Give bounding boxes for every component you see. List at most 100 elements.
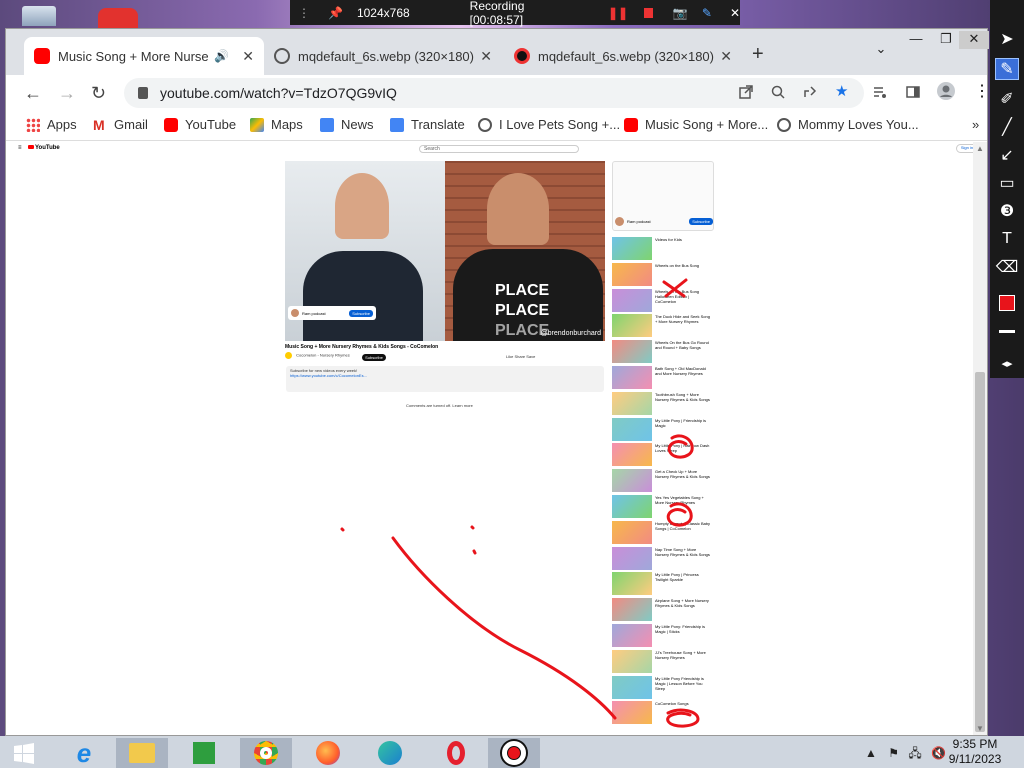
video-player[interactable]: PLACE PLACE PLACE Ram podcast Subscribe @b… <box>285 161 605 341</box>
overlay-subscribe-button[interactable]: Subscribe <box>349 309 373 317</box>
pen-icon[interactable]: ✎ <box>702 6 712 20</box>
video-actions[interactable]: Like Share Save <box>506 354 535 359</box>
ad-subscribe-button[interactable]: Subscribe <box>689 217 713 225</box>
scrollbar-thumb[interactable] <box>975 372 985 732</box>
related-video-item[interactable]: Yes Yes Vegetables Song + More Nursery R… <box>612 495 712 519</box>
related-video-item[interactable]: Wheels on the Bus Song <box>612 262 712 287</box>
start-button[interactable] <box>0 738 48 768</box>
opera-icon[interactable] <box>430 738 482 768</box>
arrow-tool-icon[interactable]: ↙ <box>995 144 1019 166</box>
tab-image-2[interactable]: mqdefault_6s.webp (320×180) ✕ <box>504 37 742 75</box>
related-video-item[interactable]: My Little Pony: Friendship is Magic | St… <box>612 624 712 648</box>
bookmark-maps[interactable]: Maps <box>250 117 303 132</box>
related-video-item[interactable]: Bath Song + Old MacDonald and More Nurse… <box>612 366 712 390</box>
hamburger-menu-icon[interactable]: ≡ <box>18 145 22 151</box>
eraser-tool-icon[interactable]: ⌫ <box>995 256 1019 278</box>
related-video-item[interactable]: My Little Pony | Friendship is Magic <box>612 417 712 442</box>
related-video-item[interactable]: Airplane Song + More Nursery Rhymes & Ki… <box>612 598 712 622</box>
system-tray[interactable]: ▲ ⚑ 🖧 🔇 <box>865 744 946 765</box>
text-tool-icon[interactable]: T <box>995 228 1019 250</box>
bookmark-news[interactable]: News <box>320 117 374 132</box>
tab-image-1[interactable]: mqdefault_6s.webp (320×180) ✕ <box>264 37 502 75</box>
stroke-width-icon[interactable] <box>995 320 1019 342</box>
related-video-item[interactable]: My Little Pony | Princess Twilight Spark… <box>612 572 712 596</box>
counter-tool-icon[interactable]: ❸ <box>995 200 1019 222</box>
close-tab-icon[interactable]: ✕ <box>474 48 492 65</box>
bookmark-music-song[interactable]: Music Song + More... <box>624 117 768 132</box>
reload-icon[interactable]: ↻ <box>91 83 106 104</box>
new-tab-button[interactable]: + <box>752 43 764 66</box>
flag-icon[interactable]: ⚑ <box>888 746 899 760</box>
related-video-item[interactable]: Humpty Dumpty | Classic Baby Songs | CoC… <box>612 520 712 545</box>
recycle-bin-icon[interactable] <box>22 6 56 26</box>
screen-recorder-icon[interactable] <box>488 738 540 768</box>
channel-name[interactable]: Cocomelon - Nursery Rhymes <box>285 352 350 359</box>
pin-icon[interactable]: 📌 <box>328 6 343 20</box>
youtube-logo[interactable]: YouTube <box>28 145 60 151</box>
close-window-button[interactable]: ✕ <box>959 31 989 49</box>
related-video-item[interactable]: Wheels on the Bus Song Halloween Edition… <box>612 288 712 313</box>
related-video-item[interactable]: Wheels On the Bus Go Round and Round + B… <box>612 340 712 364</box>
pen-tool-icon[interactable]: ✎ <box>995 58 1019 80</box>
related-video-item[interactable]: Nap Time Song + More Nursery Rhymes & Ki… <box>612 546 712 571</box>
highlighter-tool-icon[interactable]: ✐ <box>995 88 1019 110</box>
pause-icon[interactable]: ❚❚ <box>608 6 628 20</box>
internet-explorer-icon[interactable]: e <box>58 738 110 768</box>
subscribe-button[interactable]: Subscribe <box>362 354 386 361</box>
stop-icon[interactable] <box>644 7 653 18</box>
show-hidden-icons-icon[interactable]: ▲ <box>865 746 877 760</box>
close-recording-icon[interactable]: ✕ <box>730 6 740 20</box>
bookmark-star-icon[interactable]: ★ <box>835 82 851 100</box>
color-picker[interactable] <box>995 292 1019 314</box>
camera-icon[interactable]: 📷 <box>673 6 688 20</box>
media-queue-icon[interactable] <box>873 85 889 101</box>
related-video-item[interactable]: Get a Check Up + More Nursery Rhymes & K… <box>612 469 712 493</box>
bookmark-apps[interactable]: Apps <box>26 117 77 132</box>
maximize-button[interactable]: ❐ <box>931 31 961 47</box>
edge-icon[interactable] <box>364 738 416 768</box>
profile-avatar-icon[interactable] <box>936 81 956 101</box>
store-icon[interactable] <box>178 738 230 768</box>
cursor-tool-icon[interactable]: ➤ <box>995 28 1019 50</box>
related-video-item[interactable]: The Duck Hide and Seek Song + More Nurse… <box>612 314 712 338</box>
bookmark-translate[interactable]: Translate <box>390 117 465 132</box>
minimize-button[interactable]: — <box>901 31 931 46</box>
forward-arrow-icon[interactable]: → <box>58 83 76 104</box>
ad-panel[interactable]: Ram podcast Subscribe <box>612 161 714 231</box>
close-tab-icon[interactable]: ✕ <box>714 48 732 65</box>
tab-youtube[interactable]: Music Song + More Nursery 🔊 ✕ <box>24 37 264 75</box>
rectangle-tool-icon[interactable]: ▭ <box>995 172 1019 194</box>
page-scrollbar[interactable]: ▲ ▼ <box>973 142 987 735</box>
side-panel-icon[interactable] <box>906 85 922 101</box>
related-video-item[interactable]: CoComelon Songs <box>612 701 712 725</box>
related-video-item[interactable]: JJ's Treehouse Song + More Nursery Rhyme… <box>612 649 712 674</box>
bookmark-gmail[interactable]: M Gmail <box>93 117 148 132</box>
speaker-icon[interactable]: 🔊 <box>214 49 229 63</box>
youtube-search-input[interactable]: Search <box>419 145 579 153</box>
bookmark-pets-song[interactable]: I Love Pets Song +... <box>478 117 620 132</box>
bookmark-mommy-loves[interactable]: Mommy Loves You... <box>777 117 919 132</box>
chrome-icon[interactable] <box>240 738 292 768</box>
back-arrow-icon[interactable]: ← <box>24 83 42 104</box>
line-tool-icon[interactable]: ╱ <box>995 116 1019 138</box>
scroll-down-icon[interactable]: ▼ <box>976 724 984 733</box>
related-video-item[interactable]: My Little Pony Friendship is Magic | Les… <box>612 675 712 700</box>
video-description[interactable]: Subscribe for new videos every week! htt… <box>286 366 604 392</box>
expand-toolbox-icon[interactable]: ◂▸ <box>995 352 1019 374</box>
tab-search-icon[interactable]: ⌄ <box>866 41 896 57</box>
related-video-item[interactable]: Toothbrush Song + More Nursery Rhymes & … <box>612 391 712 416</box>
more-bookmarks-icon[interactable]: » <box>972 117 979 132</box>
zoom-icon[interactable] <box>771 85 787 101</box>
system-clock[interactable]: 9:35 PM 9/11/2023 <box>940 737 1010 767</box>
kebab-menu-icon[interactable]: ⋮ <box>974 81 990 100</box>
close-tab-icon[interactable]: ✕ <box>236 48 254 65</box>
file-explorer-icon[interactable] <box>116 738 168 768</box>
related-video-item[interactable]: My Little Pony | Rainbow Dash Loves Slee… <box>612 443 712 467</box>
related-video-item[interactable]: Videos for Kids <box>612 237 712 261</box>
open-in-app-icon[interactable] <box>739 85 755 101</box>
video-channel-card[interactable]: Ram podcast Subscribe <box>288 306 376 320</box>
network-icon[interactable]: 🖧 <box>908 746 921 760</box>
app-shortcut-icon[interactable] <box>98 8 138 28</box>
share-icon[interactable] <box>803 85 819 101</box>
firefox-icon[interactable] <box>302 738 354 768</box>
